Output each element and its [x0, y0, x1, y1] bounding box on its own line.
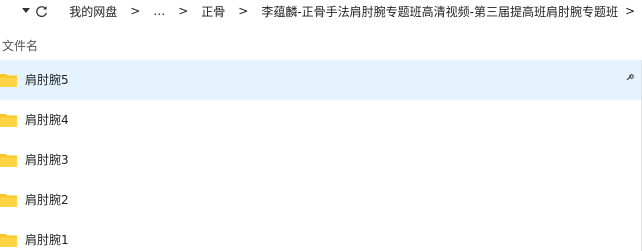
folder-icon	[0, 154, 17, 167]
folder-icon	[0, 114, 17, 127]
breadcrumb-separator: >	[238, 4, 249, 18]
list-item-label: 肩肘腕1	[25, 233, 69, 247]
breadcrumb-item-zhenggu[interactable]: 正骨	[201, 3, 225, 20]
folder-icon	[0, 194, 17, 207]
list-item[interactable]: 肩肘腕2	[0, 180, 642, 220]
folder-icon	[0, 74, 17, 87]
folder-icon	[0, 234, 17, 247]
list-item-label: 肩肘腕3	[25, 153, 69, 167]
refresh-button[interactable]	[34, 0, 50, 22]
list-item-label: 肩肘腕5	[25, 73, 69, 87]
refresh-icon	[36, 5, 47, 17]
breadcrumb-item-home[interactable]: 我的网盘	[69, 3, 117, 20]
column-header-filename[interactable]: 文件名	[0, 35, 642, 55]
file-list: 肩肘腕5 肩肘腕4 肩肘腕3 肩肘腕2 肩肘腕1	[0, 60, 642, 251]
list-item[interactable]: 肩肘腕4	[0, 100, 642, 140]
breadcrumb-item-current-folder[interactable]: 李蕴麟-正骨手法肩肘腕专题班高清视频-第三届提高班肩肘腕专题班	[261, 3, 618, 20]
chevron-down-icon	[21, 8, 30, 13]
file-browser-window: 我的网盘 > … > 正骨 > 李蕴麟-正骨手法肩肘腕专题班高清视频-第三届提高…	[0, 0, 642, 251]
breadcrumb-separator: >	[624, 4, 636, 18]
list-item[interactable]: 肩肘腕5	[0, 60, 642, 100]
column-header-label: 文件名	[2, 38, 39, 53]
link-icon[interactable]	[624, 74, 634, 84]
breadcrumb-separator: >	[130, 4, 141, 18]
breadcrumb: 我的网盘 > … > 正骨 > 李蕴麟-正骨手法肩肘腕专题班高清视频-第三届提高…	[69, 3, 642, 20]
navigation-bar: 我的网盘 > … > 正骨 > 李蕴麟-正骨手法肩肘腕专题班高清视频-第三届提高…	[0, 0, 642, 22]
history-dropdown-button[interactable]	[18, 0, 34, 22]
list-item[interactable]: 肩肘腕1	[0, 220, 642, 251]
breadcrumb-item-ellipsis[interactable]: …	[153, 4, 165, 18]
list-item-label: 肩肘腕2	[25, 193, 69, 207]
list-item-label: 肩肘腕4	[25, 113, 69, 127]
list-item[interactable]: 肩肘腕3	[0, 140, 642, 180]
breadcrumb-separator: >	[178, 4, 189, 18]
